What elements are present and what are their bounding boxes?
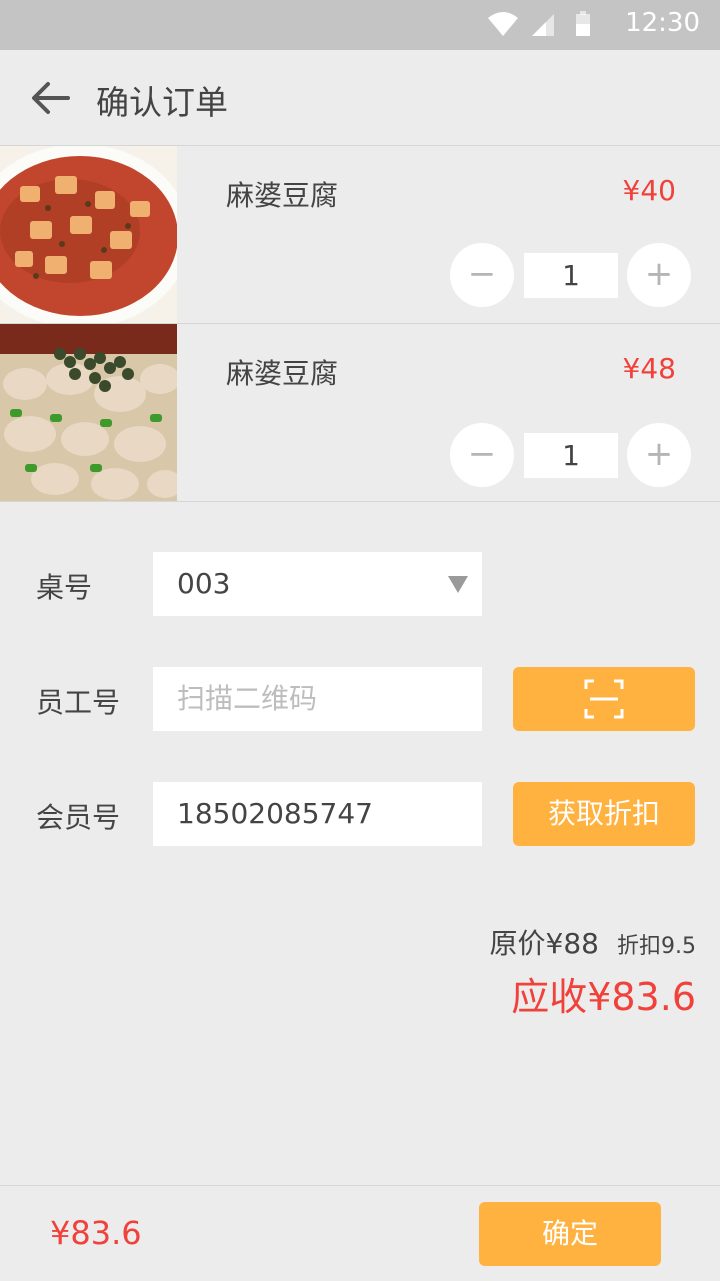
increase-quantity-button[interactable]: +	[627, 243, 691, 307]
table-number-value: 003	[177, 567, 231, 600]
scan-icon	[584, 679, 624, 719]
scan-qr-button[interactable]	[513, 667, 695, 731]
member-number-label: 会员号	[36, 801, 121, 834]
original-price: 原价¥88	[489, 927, 599, 960]
battery-icon	[576, 11, 590, 36]
total-amount: ¥83.6	[50, 1214, 142, 1252]
signal-icon	[532, 14, 554, 36]
decrease-quantity-button[interactable]: −	[450, 243, 514, 307]
get-discount-button[interactable]: 获取折扣	[513, 782, 695, 846]
table-number-select[interactable]: 003	[153, 552, 482, 616]
status-icons	[488, 11, 590, 36]
bottom-bar: ¥83.6 确定	[0, 1185, 720, 1281]
amount-receivable: 应收¥83.6	[511, 975, 696, 1019]
wifi-icon	[488, 12, 518, 36]
dish-image	[0, 324, 177, 501]
quantity-value[interactable]: 1	[524, 433, 618, 478]
dish-name: 麻婆豆腐	[226, 179, 339, 212]
dish-price: ¥40	[622, 174, 676, 207]
increase-quantity-button[interactable]: +	[627, 423, 691, 487]
dish-name: 麻婆豆腐	[226, 357, 339, 390]
status-time: 12:30	[625, 8, 700, 38]
dish-price: ¥48	[622, 352, 676, 385]
back-arrow-icon[interactable]	[30, 80, 70, 116]
order-item: 麻婆豆腐 ¥40 − 1 +	[0, 146, 720, 324]
staff-number-label: 员工号	[36, 686, 121, 719]
confirm-button[interactable]: 确定	[479, 1202, 661, 1266]
page-title: 确认订单	[96, 83, 228, 122]
member-number-input[interactable]: 18502085747	[153, 782, 482, 846]
dish-image	[0, 146, 177, 323]
status-bar: 12:30	[0, 0, 720, 50]
dropdown-arrow-icon	[448, 576, 468, 593]
app-bar: 确认订单	[0, 50, 720, 146]
discount-rate: 折扣9.5	[617, 934, 696, 959]
price-summary: 原价¥88 折扣9.5	[490, 922, 696, 962]
decrease-quantity-button[interactable]: −	[450, 423, 514, 487]
table-number-label: 桌号	[36, 571, 93, 604]
staff-number-input[interactable]: 扫描二维码	[153, 667, 482, 731]
quantity-value[interactable]: 1	[524, 253, 618, 298]
order-item: 麻婆豆腐 ¥48 − 1 +	[0, 324, 720, 502]
